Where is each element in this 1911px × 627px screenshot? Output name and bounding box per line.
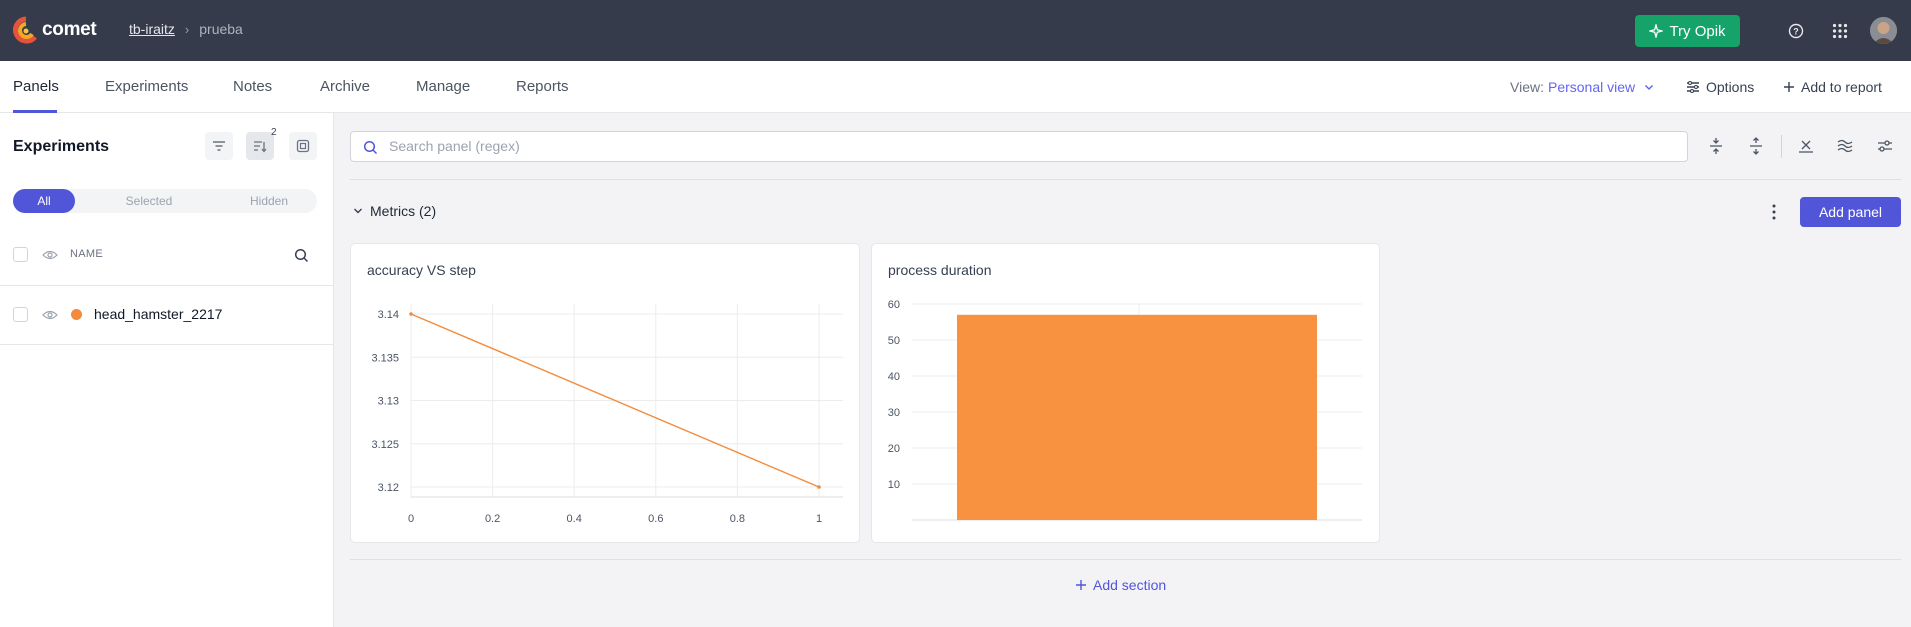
tab-experiments[interactable]: Experiments: [105, 78, 188, 95]
tab-notes[interactable]: Notes: [233, 78, 272, 95]
section-title: Metrics (2): [370, 203, 437, 219]
breadcrumb-project[interactable]: prueba: [199, 21, 243, 37]
y-tick-label: 3.125: [371, 439, 399, 451]
filter-icon: [213, 141, 225, 151]
comet-logo-icon: [13, 16, 37, 44]
search-icon[interactable]: [294, 248, 309, 263]
add-section-button[interactable]: Add section: [1075, 577, 1166, 593]
metrics-section-header[interactable]: Metrics (2): [352, 203, 436, 219]
add-panel-button[interactable]: Add panel: [1800, 197, 1901, 227]
expand-all-icon[interactable]: [1745, 135, 1767, 157]
help-icon[interactable]: ?: [1785, 20, 1807, 42]
tab-archive[interactable]: Archive: [320, 78, 370, 95]
comet-logo[interactable]: comet: [12, 15, 97, 45]
sort-button[interactable]: [246, 132, 274, 160]
y-tick-label: 3.14: [378, 309, 399, 321]
settings-sliders-icon[interactable]: [1874, 135, 1896, 157]
tab-manage[interactable]: Manage: [416, 78, 470, 95]
page-tabs: Panels Experiments Notes Archive Manage …: [0, 61, 1911, 113]
x-axis-icon[interactable]: [1795, 135, 1817, 157]
plus-icon: [1784, 82, 1794, 92]
chevron-right-icon: ›: [184, 21, 190, 37]
columns-icon: [296, 139, 310, 153]
sort-icon: [254, 140, 267, 153]
line-chart: 0 0.2 0.4 0.6 0.8 1 3.14 3.135 3.13 3.125 3.12: [371, 304, 843, 525]
eye-icon[interactable]: [42, 309, 58, 321]
select-all-checkbox[interactable]: [13, 247, 28, 262]
x-tick-label: 0.4: [567, 513, 582, 525]
eye-icon[interactable]: [42, 249, 58, 261]
add-to-report-label: Add to report: [1801, 79, 1882, 95]
search-icon: [363, 140, 378, 155]
columns-button[interactable]: [289, 132, 317, 160]
experiment-color-dot: [71, 309, 82, 320]
chevron-down-icon: [1645, 84, 1654, 91]
apps-grid-icon[interactable]: [1829, 20, 1851, 42]
brand-name: comet: [42, 19, 97, 40]
sparkle-icon: [1649, 24, 1664, 38]
chart-panel-accuracy[interactable]: accuracy VS step 0 0.2 0.4 0.6 0.8 1 3.14 3.135…: [350, 243, 860, 543]
chart-panel-process-duration[interactable]: process duration 60 50 40 30 20 10: [871, 243, 1380, 543]
panel-search: [350, 131, 1688, 162]
x-tick-label: 1: [816, 513, 822, 525]
try-opik-label: Try Opik: [1669, 22, 1726, 40]
try-opik-button[interactable]: Try Opik: [1635, 15, 1740, 47]
add-section-label: Add section: [1093, 577, 1167, 593]
y-tick-label: 50: [888, 335, 900, 347]
segment-hidden[interactable]: Hidden: [221, 189, 317, 213]
options-label: Options: [1706, 79, 1755, 95]
chevron-down-icon: [354, 208, 362, 214]
bar-chart: 60 50 40 30 20 10: [888, 299, 1362, 521]
segment-all[interactable]: All: [13, 189, 75, 213]
search-panel-input[interactable]: [389, 138, 1589, 154]
x-tick-label: 0.8: [730, 513, 745, 525]
header-divider: [0, 285, 334, 286]
filter-button[interactable]: [205, 132, 233, 160]
row-checkbox[interactable]: [13, 307, 28, 322]
view-selector[interactable]: View: Personal view: [1510, 79, 1655, 95]
x-tick-label: 0: [408, 513, 414, 525]
segment-selected[interactable]: Selected: [101, 189, 197, 213]
experiment-filter-segmented: All Selected Hidden: [13, 189, 317, 213]
y-tick-label: 30: [888, 407, 900, 419]
toolbar-separator: [350, 179, 1901, 180]
tab-reports[interactable]: Reports: [516, 78, 569, 95]
toolbar-divider: [1781, 135, 1782, 158]
y-tick-label: 10: [888, 479, 900, 491]
more-vertical-icon[interactable]: [1767, 203, 1781, 221]
tab-panels[interactable]: Panels: [13, 78, 59, 95]
options-button[interactable]: Options: [1686, 79, 1754, 95]
view-label: View:: [1510, 79, 1544, 95]
experiment-name[interactable]: head_hamster_2217: [94, 306, 222, 322]
y-tick-label: 40: [888, 371, 900, 383]
y-tick-label: 3.12: [378, 482, 399, 494]
y-tick-label: 3.13: [378, 396, 399, 408]
sort-count-badge: 2: [271, 127, 277, 138]
name-column-header[interactable]: NAME: [70, 248, 103, 260]
collapse-all-icon[interactable]: [1705, 135, 1727, 157]
add-to-report-button[interactable]: Add to report: [1783, 79, 1882, 95]
sliders-icon: [1687, 81, 1699, 93]
top-navbar: comet tb-iraitz › prueba Try Opik ?: [0, 0, 1911, 61]
breadcrumb-workspace[interactable]: tb-iraitz: [129, 21, 175, 37]
y-tick-label: 60: [888, 299, 900, 311]
y-tick-label: 20: [888, 443, 900, 455]
x-tick-label: 0.2: [485, 513, 500, 525]
section-bottom-separator: [350, 559, 1901, 560]
view-value: Personal view: [1547, 79, 1636, 95]
plus-icon: [1076, 580, 1086, 590]
user-avatar[interactable]: [1870, 17, 1897, 44]
data-point: [817, 485, 821, 489]
smoothing-icon[interactable]: [1834, 135, 1856, 157]
sidebar-title: Experiments: [13, 138, 110, 155]
y-tick-label: 3.135: [371, 352, 399, 364]
bar: [957, 314, 1317, 520]
row-divider: [0, 344, 334, 345]
breadcrumb: tb-iraitz › prueba: [129, 21, 243, 37]
data-point: [409, 312, 413, 316]
svg-text:?: ?: [1793, 27, 1799, 37]
experiments-sidebar: Experiments 2 All Selected Hidden NAME h…: [0, 113, 334, 627]
x-tick-label: 0.6: [648, 513, 663, 525]
